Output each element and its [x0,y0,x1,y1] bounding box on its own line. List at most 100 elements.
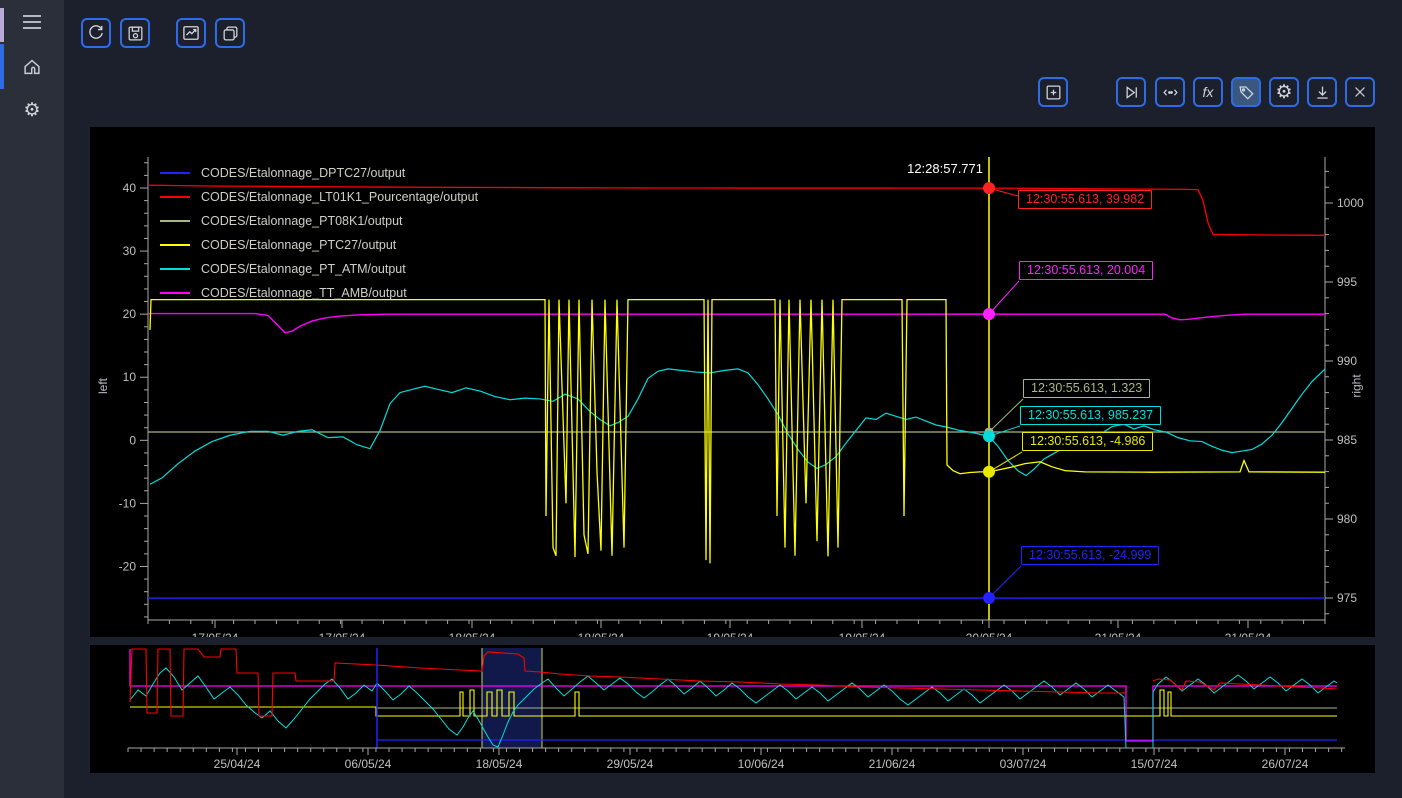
x-axis-date-label: 19/05/24 [839,631,886,637]
left-tick-label: -10 [119,496,137,510]
trend-chart-icon [181,23,201,43]
right-tick-label: 980 [1337,512,1357,526]
right-tick-label: 995 [1337,275,1357,289]
legend-item[interactable]: CODES/Etalonnage_LT01K1_Pourcentage/outp… [160,185,478,209]
navigator-date-label: 21/06/24 [869,757,916,771]
legend-swatch [160,220,190,222]
x-axis-date-label: 21/05/24 [1225,631,1272,637]
legend-label: CODES/Etalonnage_LT01K1_Pourcentage/outp… [201,190,478,204]
legend-item[interactable]: CODES/Etalonnage_TT_AMB/output [160,281,478,305]
legend-item[interactable]: CODES/Etalonnage_PT08K1/output [160,209,478,233]
add-panel-button[interactable] [1038,77,1068,107]
annotation-leader-line [989,281,1019,314]
annotation-leader-line [989,566,1021,598]
chart-legend: CODES/Etalonnage_DPTC27/output CODES/Etal… [160,161,478,305]
app-window: { "sidebar": { "items": [ { "icon": "ham… [0,0,1402,798]
chart-settings-button[interactable]: ⚙ [1269,77,1299,107]
right-tick-label: 985 [1337,433,1357,447]
x-axis-date-label: 17/05/24 [319,631,366,637]
cursor-annotation: 12:30:55.613, 20.004 [1019,261,1153,280]
tag-icon [1237,83,1256,102]
refresh-button[interactable] [81,18,111,48]
left-tick-label: 0 [129,433,136,447]
cursor-time-label: 12:28:57.771 [885,161,983,176]
navigator-date-label: 03/07/24 [1000,757,1047,771]
cursor-annotation: 12:30:55.613, 1.323 [1023,379,1150,398]
legend-swatch [160,172,190,174]
left-axis-title: left [96,378,110,394]
x-axis-date-label: 19/05/24 [707,631,754,637]
main-chart-panel: 403020100-10-20100099599098598097517/05/… [90,127,1375,637]
trend-chart-button[interactable] [176,18,206,48]
legend-swatch [160,244,190,246]
right-tick-label: 990 [1337,354,1357,368]
x-axis-date-label: 18/05/24 [449,631,496,637]
legend-item[interactable]: CODES/Etalonnage_PTC27/output [160,233,478,257]
cursor-marker-dot [983,430,995,442]
cursor-marker-dot [983,466,995,478]
left-tick-label: 10 [123,370,137,384]
legend-label: CODES/Etalonnage_PTC27/output [201,238,396,252]
download-button[interactable] [1307,77,1337,107]
layers-button[interactable] [215,18,245,48]
x-axis-date-label: 18/05/24 [578,631,625,637]
settings-gear-icon: ⚙ [23,101,40,120]
function-fx-icon: fx [1203,85,1214,99]
cursor-marker-dot [983,182,995,194]
cursor-marker-dot [983,592,995,604]
navigator-chart-panel: 25/04/2406/05/2418/05/2429/05/2410/06/24… [90,645,1375,773]
function-fx-button[interactable]: fx [1193,77,1223,107]
save-icon [126,24,145,43]
navigator-date-label: 29/05/24 [607,757,654,771]
cursor-annotation: 12:30:55.613, -24.999 [1021,546,1159,565]
skip-to-end-button[interactable] [1116,77,1146,107]
navigator-series-LT01K1_Pourcentage [130,649,1126,716]
left-tick-label: -20 [119,559,137,573]
save-button[interactable] [120,18,150,48]
home-icon [21,56,43,78]
gear-icon: ⚙ [1275,83,1292,102]
right-tick-label: 1000 [1337,196,1364,210]
navigator-series-PTC27 [130,690,1337,716]
navigator-canvas: 25/04/2406/05/2418/05/2429/05/2410/06/24… [90,645,1375,773]
navigator-date-label: 26/07/24 [1262,757,1309,771]
navigator-date-label: 06/05/24 [345,757,392,771]
sidebar-menu-button[interactable] [0,0,64,44]
legend-swatch [160,196,190,198]
legend-item[interactable]: CODES/Etalonnage_PT_ATM/output [160,257,478,281]
legend-swatch [160,268,190,270]
series-TT_AMB [148,314,1325,333]
add-panel-icon [1044,83,1063,102]
navigator-selection[interactable] [482,648,542,748]
cursor-annotation: 12:30:55.613, -4.986 [1022,432,1153,451]
navigator-date-label: 25/04/24 [214,757,261,771]
legend-label: CODES/Etalonnage_PT08K1/output [201,214,403,228]
skip-to-end-icon [1122,83,1141,102]
legend-label: CODES/Etalonnage_DPTC27/output [201,166,405,180]
layers-icon [221,24,240,43]
tag-button[interactable] [1231,77,1261,107]
left-tick-label: 20 [123,307,137,321]
legend-item[interactable]: CODES/Etalonnage_DPTC27/output [160,161,478,185]
close-icon [1351,83,1369,101]
close-button[interactable] [1345,77,1375,107]
navigator-date-label: 18/05/24 [476,757,523,771]
x-axis-date-label: 21/05/24 [1095,631,1142,637]
navigator-date-label: 15/07/24 [1131,757,1178,771]
legend-label: CODES/Etalonnage_PT_ATM/output [201,262,406,276]
hamburger-menu-icon [22,14,42,30]
cursor-annotation: 12:30:55.613, 985.237 [1020,406,1161,425]
cursor-marker-dot [983,308,995,320]
code-brackets-button[interactable] [1155,77,1185,107]
right-tick-label: 975 [1337,591,1357,605]
sidebar-item-settings[interactable]: ⚙ [0,88,64,132]
left-sidebar: ⚙ [0,0,64,798]
download-icon [1313,83,1332,102]
refresh-icon [86,23,106,43]
right-axis-title: right [1350,374,1364,397]
x-axis-date-label: 17/05/24 [192,631,239,637]
navigator-series-TT_AMB [130,649,1337,741]
cursor-annotation: 12:30:55.613, 39.982 [1018,190,1152,209]
sidebar-item-home[interactable] [0,45,64,89]
legend-swatch [160,292,190,294]
